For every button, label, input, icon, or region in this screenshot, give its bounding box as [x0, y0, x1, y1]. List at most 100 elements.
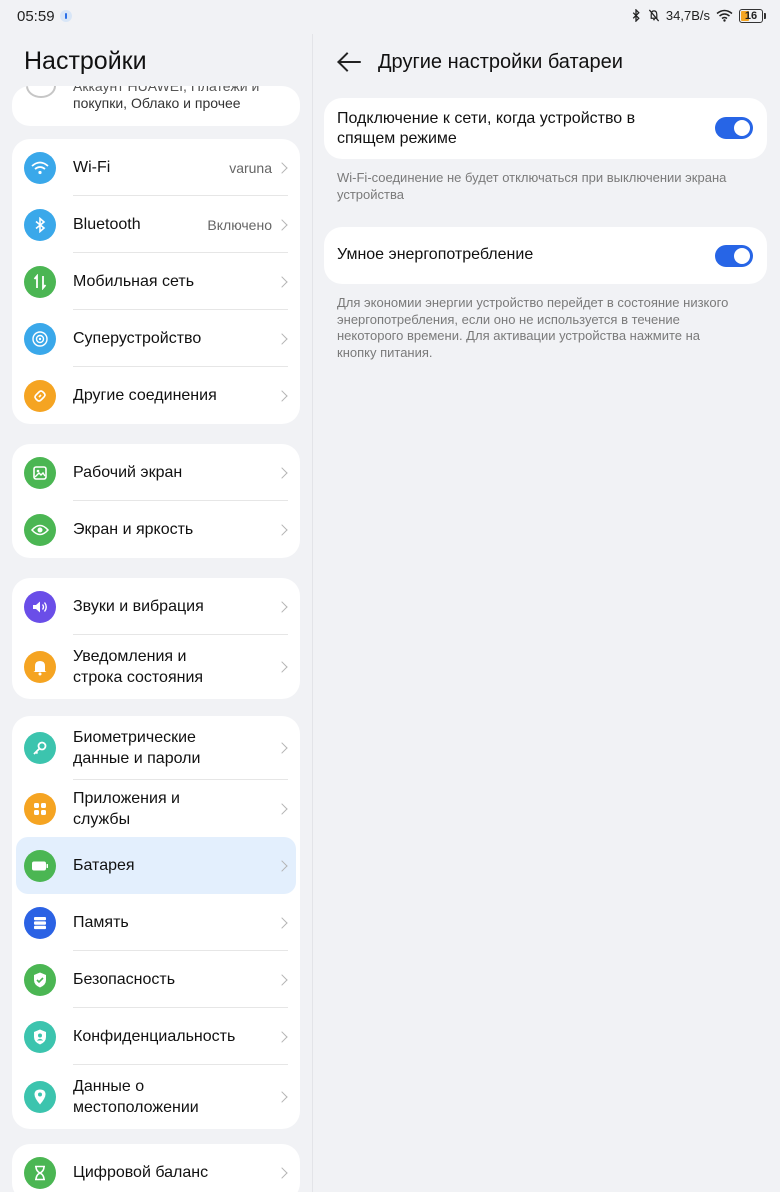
account-subtitle: покупки, Облако и прочее	[73, 95, 241, 111]
network-sleep-toggle[interactable]	[715, 117, 753, 139]
mobile-data-icon	[24, 265, 56, 298]
battery-level: 16	[744, 9, 758, 22]
smart-power-toggle[interactable]	[715, 245, 753, 267]
setting-description: Для экономии энергии устройство перейдет…	[337, 295, 729, 360]
account-card[interactable]: Аккаунт HUAWEI, Платежи и покупки, Облак…	[12, 86, 300, 126]
sidebar-item-wifi[interactable]: Wi-Fi varuna	[12, 139, 300, 196]
chevron-right-icon	[276, 332, 288, 345]
chevron-right-icon	[276, 389, 288, 402]
chevron-right-icon	[276, 161, 288, 174]
sidebar-item-label: Рабочий экран	[73, 464, 183, 481]
settings-sidebar: Настройки Аккаунт HUAWEI, Платежи и поку…	[0, 34, 312, 1192]
bluetooth-icon	[632, 9, 640, 22]
key-icon	[24, 732, 56, 764]
sidebar-item-security[interactable]: Безопасность	[12, 951, 300, 1008]
shield-icon	[24, 963, 56, 996]
sidebar-item-label: Другие соединения	[73, 387, 217, 404]
sidebar-item-label: Уведомления и строка состояния	[73, 648, 204, 686]
chevron-right-icon	[276, 523, 288, 536]
storage-icon	[24, 906, 56, 939]
chevron-right-icon	[276, 466, 288, 479]
sidebar-item-mobile-network[interactable]: Мобильная сеть	[12, 253, 300, 310]
sidebar-item-notifications[interactable]: Уведомления и строка состояния	[12, 635, 300, 699]
link-icon	[24, 379, 56, 412]
sidebar-item-location[interactable]: Данные о местоположении	[12, 1065, 300, 1129]
chevron-right-icon	[276, 218, 288, 231]
settings-group-connectivity: Wi-Fi varuna Bluetooth Включено Мобильна…	[12, 139, 300, 424]
detail-panel: Другие настройки батареи Подключение к с…	[313, 34, 780, 1192]
chevron-right-icon	[276, 802, 288, 815]
battery-indicator: 16	[739, 8, 766, 23]
avatar	[26, 86, 56, 98]
sidebar-item-storage[interactable]: Память	[12, 894, 300, 951]
chevron-right-icon	[276, 973, 288, 986]
status-icons: 34,7B/s 16	[630, 8, 766, 23]
mute-icon	[648, 9, 660, 22]
chevron-right-icon	[276, 1030, 288, 1043]
sidebar-item-label: Данные о местоположении	[73, 1078, 199, 1116]
chevron-right-icon	[276, 916, 288, 929]
account-title: Аккаунт HUAWEI, Платежи и	[73, 86, 260, 94]
settings-group-wellbeing: Цифровой баланс	[12, 1144, 300, 1192]
sidebar-item-label: Безопасность	[73, 971, 176, 988]
app-notification-icon	[60, 10, 72, 22]
home-screen-icon	[24, 456, 56, 489]
sidebar-item-label: Мобильная сеть	[73, 273, 195, 290]
wifi-icon	[24, 151, 56, 184]
sidebar-item-label: Суперустройство	[73, 330, 202, 347]
sidebar-item-bluetooth[interactable]: Bluetooth Включено	[12, 196, 300, 253]
sidebar-item-label: Wi-Fi	[73, 159, 111, 176]
bell-icon	[24, 651, 56, 683]
setting-label: Умное энергопотребление	[337, 246, 534, 263]
sidebar-item-battery[interactable]: Батарея	[16, 837, 296, 894]
settings-group-sound: Звуки и вибрация Уведомления и строка со…	[12, 578, 300, 699]
clock: 05:59	[17, 8, 55, 25]
sidebar-item-super-device[interactable]: Суперустройство	[12, 310, 300, 367]
setting-network-in-sleep[interactable]: Подключение к сети, когда устройство в с…	[324, 98, 767, 159]
sidebar-item-display-brightness[interactable]: Экран и яркость	[12, 501, 300, 558]
sidebar-item-label: Батарея	[73, 857, 135, 874]
sidebar-item-biometrics[interactable]: Биометрические данные и пароли	[12, 716, 300, 780]
chevron-right-icon	[276, 1091, 288, 1103]
status-bar: 05:59 34,7B/s 16	[0, 0, 780, 34]
sidebar-item-label: Память	[73, 914, 129, 931]
sidebar-item-home-screen[interactable]: Рабочий экран	[12, 444, 300, 501]
privacy-icon	[24, 1020, 56, 1053]
eye-icon	[24, 513, 56, 546]
detail-title: Другие настройки батареи	[378, 51, 623, 73]
apps-icon	[24, 792, 56, 825]
settings-group-system: Биометрические данные и пароли Приложени…	[12, 716, 300, 1129]
chevron-right-icon	[276, 661, 288, 673]
hourglass-icon	[24, 1156, 56, 1189]
chevron-right-icon	[276, 1166, 288, 1179]
super-device-icon	[24, 322, 56, 355]
sidebar-item-apps[interactable]: Приложения и службы	[12, 780, 300, 837]
wifi-network-name: varuna	[229, 159, 272, 176]
setting-description: Wi-Fi-соединение не будет отключаться пр…	[337, 170, 727, 202]
battery-icon	[24, 849, 56, 882]
sound-icon	[24, 590, 56, 623]
location-icon	[24, 1081, 56, 1113]
settings-group-display: Рабочий экран Экран и яркость	[12, 444, 300, 558]
sidebar-item-privacy[interactable]: Конфиденциальность	[12, 1008, 300, 1065]
chevron-right-icon	[276, 600, 288, 613]
sidebar-item-other-connections[interactable]: Другие соединения	[12, 367, 300, 424]
sidebar-item-label: Приложения и службы	[73, 789, 180, 828]
sidebar-item-label: Звуки и вибрация	[73, 598, 204, 615]
sidebar-item-digital-balance[interactable]: Цифровой баланс	[12, 1144, 300, 1192]
page-title: Настройки	[24, 47, 147, 75]
chevron-right-icon	[276, 742, 288, 754]
bluetooth-icon	[24, 208, 56, 241]
chevron-right-icon	[276, 275, 288, 288]
bluetooth-status: Включено	[207, 216, 272, 233]
setting-label: Подключение к сети, когда устройство в с…	[337, 110, 636, 147]
setting-smart-power[interactable]: Умное энергопотребление	[324, 227, 767, 284]
sidebar-item-label: Конфиденциальность	[73, 1028, 236, 1045]
back-arrow-icon[interactable]	[337, 51, 363, 73]
sidebar-item-label: Цифровой баланс	[73, 1164, 209, 1181]
network-speed: 34,7B/s	[665, 8, 710, 23]
sidebar-item-label: Экран и яркость	[73, 521, 194, 538]
wifi-icon	[716, 9, 733, 22]
sidebar-item-label: Биометрические данные и пароли	[73, 729, 201, 767]
sidebar-item-sounds[interactable]: Звуки и вибрация	[12, 578, 300, 635]
